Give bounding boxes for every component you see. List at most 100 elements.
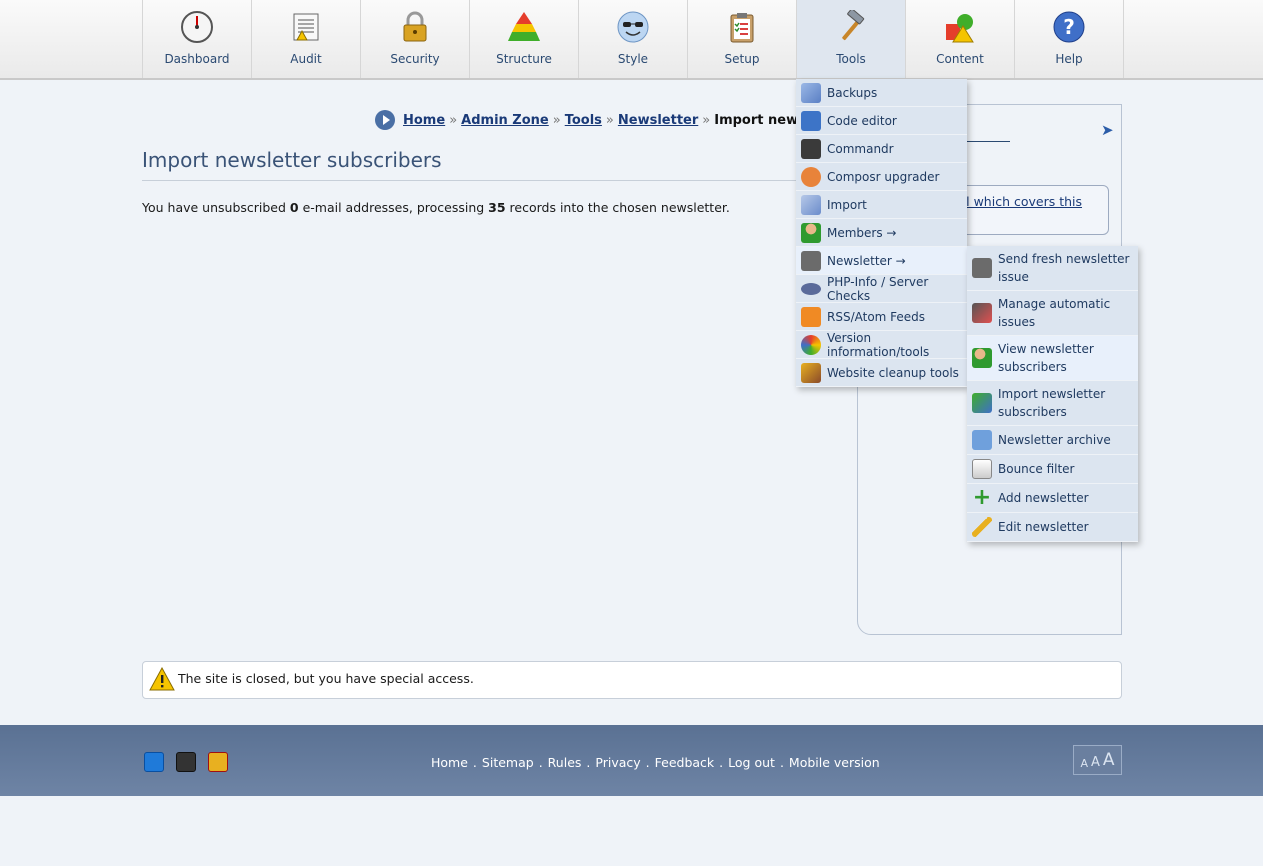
menu-item-label: Import [827, 197, 867, 212]
breadcrumb: Home » Admin Zone » Tools » Newsletter »… [375, 110, 868, 130]
folder-icon [972, 430, 992, 450]
menu-item-label: RSS/Atom Feeds [827, 309, 926, 324]
menu-item-label: Import newsletter subscribers [998, 387, 1106, 419]
nav-label: Setup [724, 52, 760, 66]
menu-item-php-info[interactable]: PHP-Info / Server Checks [796, 275, 967, 303]
breadcrumb-admin-zone-link[interactable]: Admin Zone [461, 113, 549, 128]
main-nav: Dashboard Audit Security Structure Style… [142, 0, 1124, 78]
nav-item-content[interactable]: Content [906, 0, 1015, 78]
submenu-item-automatic-issues[interactable]: Manage automatic issues [967, 291, 1138, 336]
menu-item-label: Bounce filter [998, 462, 1075, 476]
warning-icon [149, 667, 175, 691]
menu-item-label: View newsletter subscribers [998, 342, 1094, 374]
menu-item-code-editor[interactable]: Code editor [796, 107, 967, 135]
nav-item-security[interactable]: Security [361, 0, 470, 78]
menu-item-cleanup-tools[interactable]: Website cleanup tools [796, 359, 967, 387]
footer-link-mobile-version[interactable]: Mobile version [789, 755, 880, 770]
menu-item-backups[interactable]: Backups [796, 79, 967, 107]
nav-item-dashboard[interactable]: Dashboard [143, 0, 252, 78]
breadcrumb-tools-link[interactable]: Tools [565, 113, 602, 128]
font-size-switcher: A A A [1073, 745, 1122, 775]
submenu-item-import-subscribers[interactable]: Import newsletter subscribers [967, 381, 1138, 426]
menu-item-label: Composr upgrader [827, 169, 940, 184]
menu-item-label: Edit newsletter [998, 520, 1089, 534]
cool-smiley-icon [617, 11, 649, 43]
nav-item-audit[interactable]: Audit [252, 0, 361, 78]
rss-icon [801, 306, 821, 327]
menu-item-import[interactable]: Import [796, 191, 967, 219]
font-size-small[interactable]: A [1080, 757, 1088, 770]
footer-link-feedback[interactable]: Feedback [655, 755, 715, 770]
submenu-item-bounce-filter[interactable]: Bounce filter [967, 455, 1138, 484]
result-message: You have unsubscribed 0 e-mail addresses… [142, 200, 730, 215]
newsletter-icon [801, 250, 821, 271]
nav-label: Content [936, 52, 984, 66]
dashboard-gauge-icon [181, 11, 213, 43]
footer-link-sitemap[interactable]: Sitemap [482, 755, 534, 770]
menu-item-label: Newsletter → [827, 253, 906, 268]
audit-log-icon [293, 13, 319, 41]
menu-item-newsletter[interactable]: Newsletter → [796, 247, 967, 275]
font-size-medium[interactable]: A [1091, 755, 1100, 770]
menu-item-label: Website cleanup tools [827, 365, 959, 380]
menu-item-label: Version information/tools [827, 330, 930, 359]
view-subscribers-icon [972, 348, 992, 368]
nav-label: Style [617, 52, 649, 66]
notice-text: The site is closed, but you have special… [178, 671, 474, 686]
footer-link-log-out[interactable]: Log out [728, 755, 775, 770]
hammer-icon [842, 10, 865, 41]
menu-item-rss-feeds[interactable]: RSS/Atom Feeds [796, 303, 967, 331]
menu-item-composr-upgrader[interactable]: Composr upgrader [796, 163, 967, 191]
tools-dropdown-menu: Backups Code editor Commandr Composr upg… [796, 79, 967, 387]
menu-item-label: Newsletter archive [998, 433, 1111, 447]
message-middle: e-mail addresses, processing [298, 200, 489, 215]
nav-item-help[interactable]: ? Help [1015, 0, 1124, 78]
commandr-icon[interactable] [176, 752, 196, 772]
nav-item-style[interactable]: Style [579, 0, 688, 78]
menu-item-members[interactable]: Members → [796, 219, 967, 247]
menu-item-label: PHP-Info / Server Checks [827, 274, 929, 303]
svg-text:?: ? [1063, 15, 1075, 39]
submenu-item-archive[interactable]: Newsletter archive [967, 426, 1138, 455]
help-icon[interactable] [208, 752, 228, 772]
font-size-large[interactable]: A [1103, 750, 1115, 770]
version-icon [801, 334, 821, 355]
menu-item-commandr[interactable]: Commandr [796, 135, 967, 163]
tutorial-link[interactable]: ial which covers this [955, 194, 1082, 209]
nav-item-setup[interactable]: Setup [688, 0, 797, 78]
title-divider [142, 180, 802, 181]
submenu-item-view-subscribers[interactable]: View newsletter subscribers [967, 336, 1138, 381]
nav-label: Dashboard [164, 52, 230, 66]
breadcrumb-home-link[interactable]: Home [403, 113, 445, 128]
submenu-item-edit-newsletter[interactable]: Edit newsletter [967, 513, 1138, 542]
broom-icon [801, 362, 821, 383]
bounce-mail-icon [972, 459, 992, 479]
top-navigation-bar: Dashboard Audit Security Structure Style… [0, 0, 1263, 80]
footer-link-rules[interactable]: Rules [548, 755, 582, 770]
import-subscribers-icon [972, 393, 992, 413]
search-go-arrow-icon[interactable]: ➤ [1101, 121, 1114, 139]
menu-item-version-info[interactable]: Version information/tools [796, 331, 967, 359]
site-closed-notice: The site is closed, but you have special… [142, 661, 1122, 699]
footer-link-privacy[interactable]: Privacy [595, 755, 640, 770]
pencil-icon [972, 517, 992, 537]
back-to-top-icon[interactable] [144, 752, 164, 772]
nav-item-tools[interactable]: Tools [797, 0, 906, 78]
tutorial-box: ial which covers this [948, 185, 1109, 235]
nav-label: Security [390, 52, 440, 66]
automatic-issues-icon [972, 303, 992, 323]
submenu-item-send-issue[interactable]: Send fresh newsletter issue [967, 246, 1138, 291]
upgrade-icon [801, 166, 821, 187]
menu-item-label: Members → [827, 225, 897, 240]
nav-label: Tools [836, 52, 866, 66]
padlock-icon [403, 11, 427, 42]
terminal-icon [801, 138, 821, 159]
nav-item-structure[interactable]: Structure [470, 0, 579, 78]
submenu-item-add-newsletter[interactable]: + Add newsletter [967, 484, 1138, 513]
newsletter-submenu: Send fresh newsletter issue Manage autom… [967, 246, 1138, 542]
footer-link-home[interactable]: Home [431, 755, 468, 770]
breadcrumb-newsletter-link[interactable]: Newsletter [618, 113, 698, 128]
message-suffix: records into the chosen newsletter. [505, 200, 730, 215]
pyramid-icon [508, 12, 540, 41]
breadcrumb-separator: » [605, 112, 614, 128]
